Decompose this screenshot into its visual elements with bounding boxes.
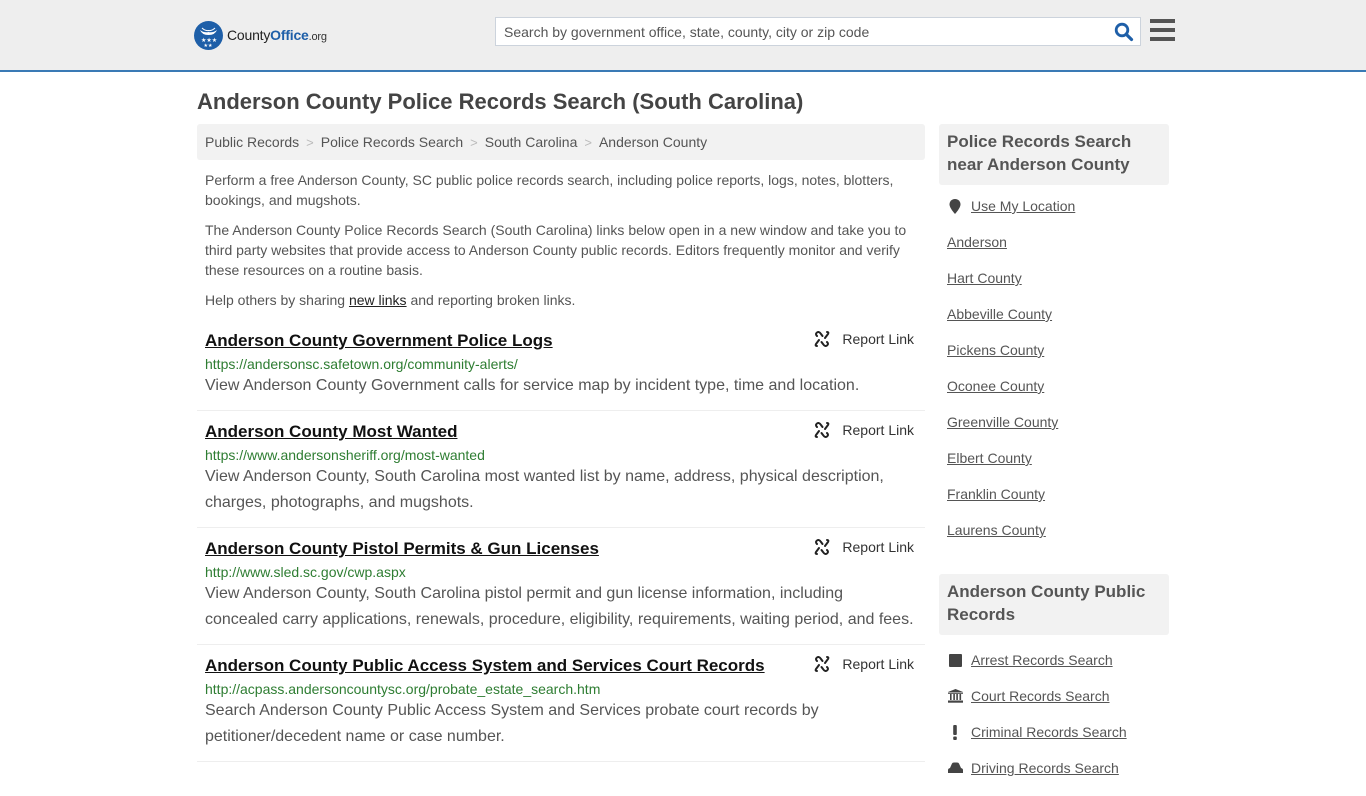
page-title: Anderson County Police Records Search (S… [197, 89, 804, 114]
report-link-button[interactable]: Report Link [814, 331, 914, 347]
nearby-heading: Police Records Search near Anderson Coun… [939, 124, 1169, 185]
nearby-link-abbeville-county[interactable]: Abbeville County [947, 306, 1052, 322]
result-item: Anderson County Government Police Logs h… [197, 327, 925, 411]
result-title-link[interactable]: Anderson County Government Police Logs [205, 331, 553, 351]
search-box [495, 17, 1141, 46]
result-title-link[interactable]: Anderson County Public Access System and… [205, 656, 765, 676]
nearby-item: Anderson [947, 234, 1161, 270]
public-records-list: Arrest Records Search Court Records Sear… [939, 635, 1169, 796]
result-url[interactable]: https://andersonsc.safetown.org/communit… [205, 356, 917, 372]
result-item: Anderson County Pistol Permits & Gun Lic… [197, 528, 925, 645]
courthouse-icon [947, 688, 963, 704]
report-link-button[interactable]: Report Link [814, 656, 914, 672]
nearby-link-greenville-county[interactable]: Greenville County [947, 414, 1058, 430]
result-title-link[interactable]: Anderson County Most Wanted [205, 422, 457, 442]
nearby-link-laurens-county[interactable]: Laurens County [947, 522, 1046, 538]
result-description: Search Anderson County Public Access Sys… [205, 702, 819, 745]
breadcrumb-police-records-search[interactable]: Police Records Search [321, 134, 463, 150]
nearby-item: Abbeville County [947, 306, 1161, 342]
intro-paragraph-2: The Anderson County Police Records Searc… [205, 222, 907, 278]
nearby-item: Laurens County [947, 522, 1161, 558]
logo-wordmark: CountyOffice.org [227, 27, 327, 43]
result-url[interactable]: https://www.andersonsheriff.org/most-wan… [205, 447, 917, 463]
result-description: View Anderson County, South Carolina mos… [205, 468, 884, 511]
map-marker-icon [947, 198, 963, 214]
intro-paragraph-1: Perform a free Anderson County, SC publi… [205, 172, 894, 208]
breadcrumb: Public Records > Police Records Search >… [197, 124, 925, 160]
breadcrumb-separator: > [584, 134, 592, 150]
results-list: Anderson County Government Police Logs h… [197, 327, 925, 762]
breadcrumb-separator: > [306, 134, 314, 150]
nearby-link-franklin-county[interactable]: Franklin County [947, 486, 1045, 502]
hamburger-menu-icon[interactable] [1150, 19, 1175, 41]
nearby-item: Franklin County [947, 486, 1161, 522]
result-description: View Anderson County, South Carolina pis… [205, 585, 914, 628]
driving-records-link[interactable]: Driving Records Search [971, 760, 1119, 776]
broken-link-icon [815, 422, 830, 438]
nearby-link-anderson[interactable]: Anderson [947, 234, 1007, 250]
public-record-item: Criminal Records Search [947, 724, 1161, 760]
public-record-item: Court Records Search [947, 688, 1161, 724]
result-title-link[interactable]: Anderson County Pistol Permits & Gun Lic… [205, 539, 599, 559]
nearby-item: Hart County [947, 270, 1161, 306]
broken-link-icon [815, 539, 830, 555]
nearby-item: Oconee County [947, 378, 1161, 414]
intro-text: Perform a free Anderson County, SC publi… [205, 170, 917, 320]
breadcrumb-separator: > [470, 134, 478, 150]
search-icon[interactable] [1114, 22, 1134, 42]
court-records-link[interactable]: Court Records Search [971, 688, 1110, 704]
result-description: View Anderson County Government calls fo… [205, 377, 860, 394]
broken-link-icon [815, 331, 830, 347]
arrest-records-link[interactable]: Arrest Records Search [971, 652, 1113, 668]
nearby-item: Pickens County [947, 342, 1161, 378]
result-url[interactable]: http://www.sled.sc.gov/cwp.aspx [205, 564, 917, 580]
nearby-link-hart-county[interactable]: Hart County [947, 270, 1022, 286]
public-record-item: Driving Records Search [947, 760, 1161, 796]
result-item: Anderson County Public Access System and… [197, 645, 925, 762]
site-header: ★★★ ★★ CountyOffice.org [0, 0, 1366, 72]
public-record-item: Arrest Records Search [947, 652, 1161, 688]
use-my-location-item: Use My Location [947, 198, 1161, 234]
breadcrumb-south-carolina[interactable]: South Carolina [485, 134, 578, 150]
eagle-logo-icon: ★★★ ★★ [194, 20, 223, 50]
nearby-link-pickens-county[interactable]: Pickens County [947, 342, 1044, 358]
intro-paragraph-3: Help others by sharing new links and rep… [205, 292, 576, 308]
breadcrumb-public-records[interactable]: Public Records [205, 134, 299, 150]
search-input[interactable] [496, 18, 1106, 45]
sidebar: Police Records Search near Anderson Coun… [939, 124, 1169, 796]
breadcrumb-anderson-county: Anderson County [598, 134, 708, 150]
nearby-link-oconee-county[interactable]: Oconee County [947, 378, 1044, 394]
square-icon [947, 652, 963, 668]
nearby-link-elbert-county[interactable]: Elbert County [947, 450, 1032, 466]
site-logo[interactable]: ★★★ ★★ CountyOffice.org [194, 20, 327, 50]
result-url[interactable]: http://acpass.andersoncountysc.org/proba… [205, 681, 917, 697]
nearby-item: Elbert County [947, 450, 1161, 486]
exclamation-icon [947, 724, 963, 740]
new-links-link[interactable]: new links [349, 292, 407, 308]
broken-link-icon [815, 656, 830, 672]
use-my-location-link[interactable]: Use My Location [971, 198, 1075, 214]
nearby-list: Use My Location Anderson Hart County Abb… [939, 185, 1169, 558]
public-records-heading: Anderson County Public Records [939, 574, 1169, 635]
svg-text:★★: ★★ [204, 43, 213, 49]
nearby-item: Greenville County [947, 414, 1161, 450]
car-icon [947, 760, 963, 776]
criminal-records-link[interactable]: Criminal Records Search [971, 724, 1127, 740]
result-item: Anderson County Most Wanted https://www.… [197, 411, 925, 528]
report-link-button[interactable]: Report Link [814, 422, 914, 438]
report-link-button[interactable]: Report Link [814, 539, 914, 555]
